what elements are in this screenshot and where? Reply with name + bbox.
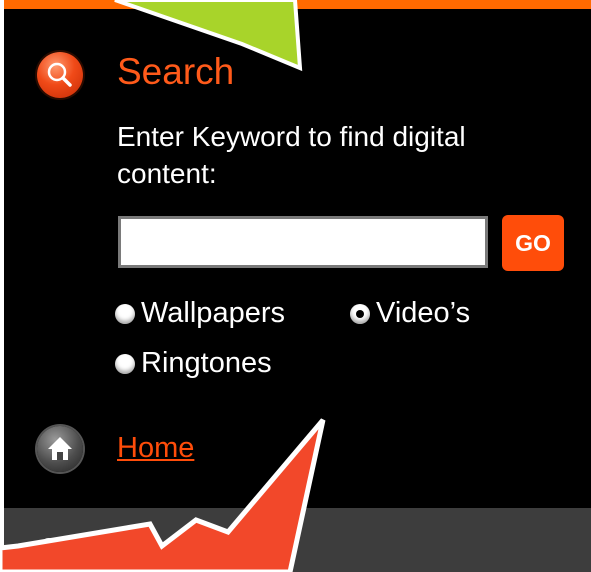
home-icon[interactable] xyxy=(37,426,83,472)
radio-circle xyxy=(115,353,135,374)
radio-label-videos: Video’s xyxy=(376,297,471,329)
radio-circle-selected xyxy=(350,303,370,324)
radio-circle xyxy=(115,303,135,324)
radio-label-wallpapers: Wallpapers xyxy=(141,297,285,329)
footer-copyright: © Catalogue 2007 xyxy=(40,534,234,561)
radio-videos[interactable]: Video’s xyxy=(350,297,470,330)
top-accent-rule xyxy=(4,0,591,9)
search-title: Search xyxy=(117,51,235,92)
radio-ringtones[interactable]: Ringtones xyxy=(115,347,272,380)
home-link[interactable]: Home xyxy=(117,432,194,465)
go-button[interactable]: GO xyxy=(502,215,564,271)
radio-wallpapers[interactable]: Wallpapers xyxy=(115,297,285,330)
keyword-input[interactable] xyxy=(118,216,488,268)
search-panel: Search Enter Keyword to find digital con… xyxy=(4,0,591,572)
search-prompt: Enter Keyword to find digital content: xyxy=(117,121,466,189)
radio-label-ringtones: Ringtones xyxy=(141,347,272,379)
search-magnifier-icon xyxy=(37,52,83,98)
